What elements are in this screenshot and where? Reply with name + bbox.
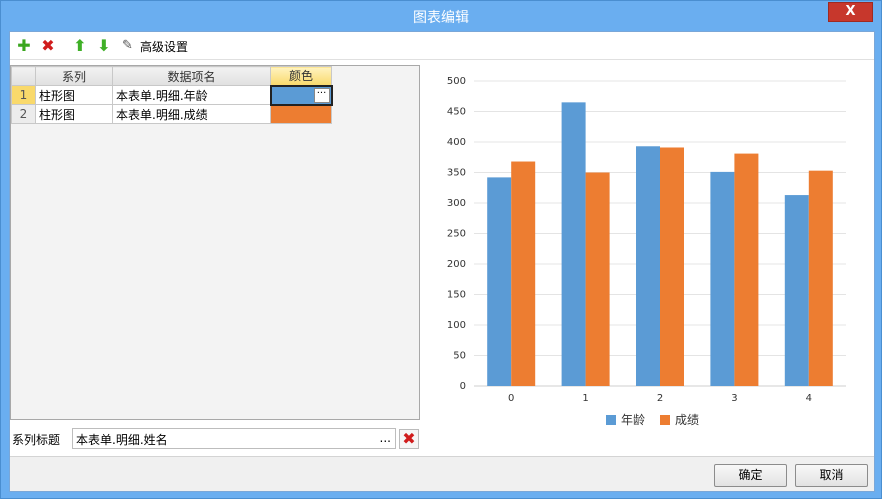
magic-wand-icon: ✎ xyxy=(122,38,133,53)
table-header-row: 系列 数据项名 颜色 xyxy=(11,66,332,86)
bar-age xyxy=(784,195,809,386)
chart-preview: 0 50 100 150 200 250 300 350 400 450 500 0 1 2 3 4 年龄 成绩 xyxy=(428,66,874,436)
series-title-browse-button[interactable]: ... xyxy=(380,431,391,445)
x-tick-label: 2 xyxy=(657,393,663,404)
series-grid: 系列 数据项名 颜色 1 柱形图 本表单.明细.年龄 ··· 2 柱形图 本表单… xyxy=(10,65,420,420)
y-tick-label: 0 xyxy=(460,381,466,392)
column-header-data-item[interactable]: 数据项名 xyxy=(112,66,271,86)
chart-editor-window: 图表编辑 X ✚ ✖ ⬆ ⬇ ✎ 高级设置 系列 数据项名 颜色 1 柱形图 本… xyxy=(0,0,882,499)
legend-swatch xyxy=(660,415,670,425)
series-table: 系列 数据项名 颜色 1 柱形图 本表单.明细.年龄 ··· 2 柱形图 本表单… xyxy=(11,66,333,124)
legend-label: 成绩 xyxy=(675,413,699,427)
bar-chart: 0 50 100 150 200 250 300 350 400 450 500 0 1 2 3 4 年龄 成绩 xyxy=(447,76,846,427)
series-title-row: 系列标题 本表单.明细.姓名 ... ✖ xyxy=(10,428,420,450)
color-cell[interactable] xyxy=(270,104,332,124)
table-row[interactable]: 2 柱形图 本表单.明细.成绩 xyxy=(11,104,332,124)
y-tick-label: 50 xyxy=(453,351,466,362)
y-tick-label: 400 xyxy=(447,137,466,148)
close-button[interactable]: X xyxy=(828,2,873,22)
data-item-cell[interactable]: 本表单.明细.成绩 xyxy=(112,104,271,124)
bar-age xyxy=(710,171,735,386)
dialog-body: ✚ ✖ ⬆ ⬇ ✎ 高级设置 系列 数据项名 颜色 1 柱形图 本表单.明细.年… xyxy=(9,31,875,492)
bar-age xyxy=(561,102,586,386)
bar-age xyxy=(487,177,512,386)
bar-score xyxy=(808,170,833,386)
y-tick-label: 200 xyxy=(447,259,466,270)
color-cell[interactable]: ··· xyxy=(269,84,333,106)
y-tick-label: 450 xyxy=(447,107,466,118)
y-tick-label: 250 xyxy=(447,229,466,240)
x-tick-label: 3 xyxy=(731,393,737,404)
legend-swatch xyxy=(606,415,616,425)
bar-score xyxy=(585,172,610,386)
series-cell[interactable]: 柱形图 xyxy=(35,85,113,105)
column-header-color[interactable]: 颜色 xyxy=(270,66,332,86)
bar-age xyxy=(636,146,660,386)
y-tick-label: 500 xyxy=(447,76,466,87)
column-header-series[interactable]: 系列 xyxy=(35,66,113,86)
color-swatch-score xyxy=(271,105,331,123)
table-row[interactable]: 1 柱形图 本表单.明细.年龄 ··· xyxy=(11,84,333,106)
window-title: 图表编辑 xyxy=(413,10,469,26)
row-number[interactable]: 1 xyxy=(11,85,36,105)
x-tick-label: 1 xyxy=(582,393,588,404)
dialog-button-bar: 确定 取消 xyxy=(10,456,874,491)
series-title-value: 本表单.明细.姓名 xyxy=(76,433,168,447)
series-title-input[interactable]: 本表单.明细.姓名 ... xyxy=(72,428,396,449)
corner-header xyxy=(11,66,36,86)
bar-score xyxy=(734,153,759,386)
cancel-button[interactable]: 取消 xyxy=(795,464,868,487)
legend-label: 年龄 xyxy=(621,413,645,427)
row-number[interactable]: 2 xyxy=(11,104,36,124)
series-title-label: 系列标题 xyxy=(12,433,61,447)
color-picker-button[interactable]: ··· xyxy=(313,87,330,103)
delete-x-icon[interactable]: ✖ xyxy=(40,38,56,54)
y-tick-label: 350 xyxy=(447,168,466,179)
arrow-up-icon[interactable]: ⬆ xyxy=(72,38,88,54)
bar-score xyxy=(511,161,536,386)
bar-score xyxy=(660,147,684,386)
y-tick-label: 150 xyxy=(447,290,466,301)
data-item-cell[interactable]: 本表单.明细.年龄 xyxy=(112,85,271,105)
y-tick-label: 300 xyxy=(447,198,466,209)
advanced-settings-label: 高级设置 xyxy=(140,39,189,54)
series-cell[interactable]: 柱形图 xyxy=(35,104,113,124)
clear-series-title-button[interactable]: ✖ xyxy=(399,429,419,449)
x-tick-label: 0 xyxy=(508,393,514,404)
x-tick-label: 4 xyxy=(806,393,812,404)
toolbar: ✚ ✖ ⬆ ⬇ ✎ 高级设置 xyxy=(10,32,874,60)
title-bar: 图表编辑 X xyxy=(1,1,881,31)
arrow-down-icon[interactable]: ⬇ xyxy=(96,38,112,54)
plus-icon[interactable]: ✚ xyxy=(16,38,32,54)
ok-button[interactable]: 确定 xyxy=(714,464,787,487)
advanced-settings-button[interactable]: ✎ 高级设置 xyxy=(122,38,188,54)
y-tick-label: 100 xyxy=(447,320,466,331)
